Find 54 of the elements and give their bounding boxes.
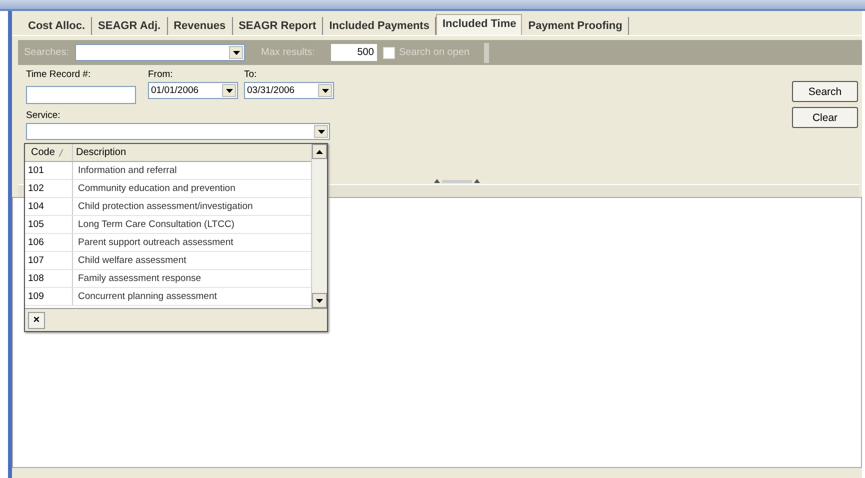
table-cell-text: Child protection assessment/investigation <box>77 201 253 212</box>
caret-down-icon <box>322 88 328 92</box>
close-button[interactable]: × <box>28 312 45 328</box>
max-results-label: Max results: <box>261 47 315 58</box>
tab[interactable]: Included Time <box>436 14 522 35</box>
from-label: From: <box>148 69 174 80</box>
action-button[interactable]: Search <box>792 81 858 102</box>
table-cell-text: Family assessment response <box>77 273 202 284</box>
dropdown-button[interactable] <box>314 125 328 138</box>
column-header[interactable]: Description <box>73 144 126 161</box>
tab[interactable]: Revenues <box>168 17 233 35</box>
table-cell-text: Long Term Care Consultation (LTCC) <box>77 219 234 230</box>
table-cell: 101 <box>25 162 73 179</box>
caret-down-icon <box>232 50 240 54</box>
to-label: To: <box>244 69 258 80</box>
from-date-field[interactable]: 01/01/2006 <box>148 82 238 99</box>
table-cell: 105 <box>25 216 73 233</box>
table-cell: 102 <box>25 180 73 197</box>
table-cell-text: Child welfare assessment <box>77 255 186 266</box>
table-cell-text: Information and referral <box>77 165 177 176</box>
table-cell: 109 <box>25 288 73 305</box>
tab[interactable]: Payment Proofing <box>522 17 630 35</box>
table-cell-text: Parent support outreach assessment <box>77 237 234 248</box>
tab[interactable]: SEAGR Adj. <box>92 17 168 35</box>
tab[interactable]: SEAGR Report <box>232 17 324 35</box>
service-label: Service: <box>26 110 62 121</box>
table-cell: 107 <box>25 252 73 269</box>
sort-icon <box>58 148 63 156</box>
caret-down-icon <box>226 88 232 92</box>
time-record-label: Time Record #: <box>26 69 92 80</box>
caret-down-icon <box>316 298 323 302</box>
time-record-field[interactable] <box>26 86 136 104</box>
dropdown-button[interactable] <box>229 46 244 59</box>
max-results-field[interactable]: 500 <box>330 44 377 61</box>
dropdown-button[interactable] <box>318 84 332 97</box>
scroll-up-button[interactable] <box>312 144 327 159</box>
table-cell: 106 <box>25 234 73 251</box>
table-cell-text: Concurrent planning assessment <box>77 291 217 302</box>
searches-label: Searches: <box>24 47 70 58</box>
dropdown-button[interactable] <box>222 84 236 97</box>
caret-up-icon <box>316 150 323 154</box>
tab[interactable]: Cost Alloc. <box>22 17 92 35</box>
checkbox[interactable] <box>382 46 395 58</box>
action-button[interactable]: Clear <box>792 107 858 128</box>
splitter-handle-icon[interactable] <box>434 178 480 182</box>
search-on-open-label: Search on open <box>398 47 470 58</box>
scroll-down-button[interactable] <box>312 293 327 308</box>
toolbar-grip[interactable] <box>484 42 489 62</box>
table-cell: 104 <box>25 198 73 215</box>
caret-down-icon <box>318 130 324 134</box>
to-date-field[interactable]: 03/31/2006 <box>244 82 334 99</box>
table-cell-text: Community education and prevention <box>77 183 236 194</box>
column-header[interactable]: Code <box>28 144 55 161</box>
table-cell: 108 <box>25 270 73 287</box>
